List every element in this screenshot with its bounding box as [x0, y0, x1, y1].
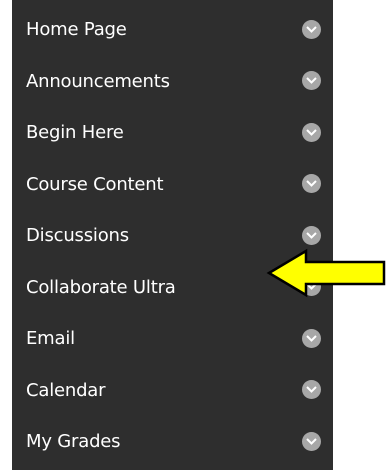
menu-item-my-grades[interactable]: My Grades — [12, 416, 333, 468]
course-menu-list: Home Page Announcements Begin Here Cours… — [12, 0, 333, 468]
menu-item-begin-here[interactable]: Begin Here — [12, 107, 333, 159]
menu-item-home-page[interactable]: Home Page — [12, 4, 333, 56]
menu-item-label: Collaborate Ultra — [26, 276, 176, 298]
menu-item-label: Discussions — [26, 225, 129, 247]
chevron-down-icon[interactable] — [302, 174, 321, 194]
menu-item-announcements[interactable]: Announcements — [12, 56, 333, 108]
chevron-down-icon[interactable] — [302, 19, 321, 39]
menu-item-label: Calendar — [26, 379, 106, 401]
chevron-down-icon[interactable] — [302, 380, 321, 400]
left-arrow-icon — [266, 248, 386, 298]
chevron-down-icon[interactable] — [302, 225, 321, 245]
menu-item-email[interactable]: Email — [12, 313, 333, 365]
menu-item-label: Course Content — [26, 173, 164, 195]
chevron-down-icon[interactable] — [302, 71, 321, 91]
chevron-down-icon[interactable] — [302, 431, 321, 451]
menu-item-label: Email — [26, 328, 75, 350]
menu-item-label: My Grades — [26, 431, 121, 453]
menu-item-calendar[interactable]: Calendar — [12, 365, 333, 417]
course-menu: Home Page Announcements Begin Here Cours… — [12, 0, 333, 470]
chevron-down-icon[interactable] — [302, 328, 321, 348]
chevron-down-icon[interactable] — [302, 122, 321, 142]
menu-item-course-content[interactable]: Course Content — [12, 159, 333, 211]
menu-item-label: Announcements — [26, 70, 170, 92]
menu-item-label: Home Page — [26, 19, 127, 41]
menu-item-label: Begin Here — [26, 122, 124, 144]
